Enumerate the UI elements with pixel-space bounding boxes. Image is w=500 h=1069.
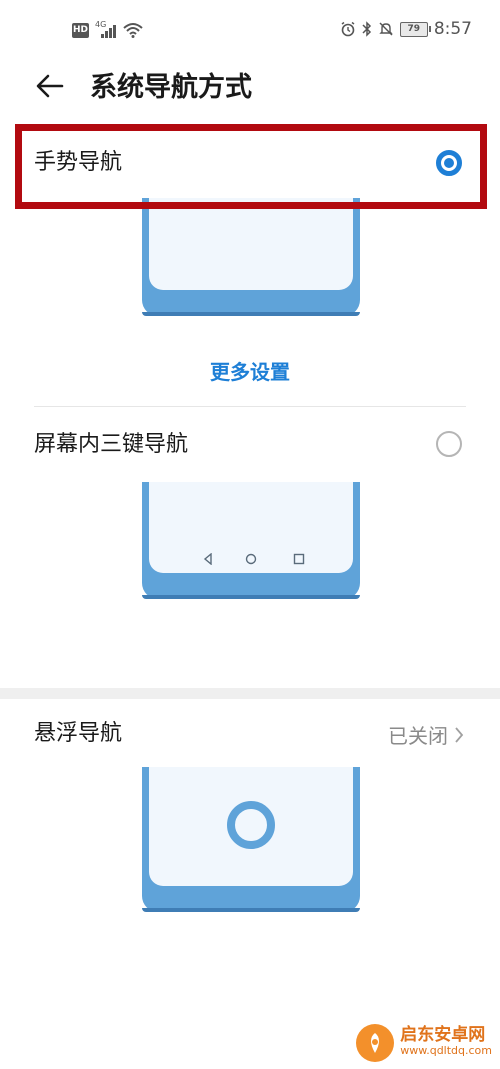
site-watermark: 启东安卓网 www.qdltdq.com [356, 1024, 492, 1062]
wifi-icon [123, 23, 143, 38]
status-bar: HD 4G 79 8:57 [0, 0, 500, 58]
page-title: 系统导航方式 [90, 72, 252, 103]
back-arrow-icon[interactable] [34, 70, 66, 102]
alarm-icon [341, 21, 355, 37]
three-key-phone-illustration [142, 482, 360, 599]
status-right: 79 8:57 [340, 18, 472, 40]
floating-navigation-label: 悬浮导航 [34, 721, 123, 746]
floating-status-value: 已关闭 [388, 724, 448, 748]
mute-bell-icon [379, 22, 393, 36]
floating-button-icon [227, 801, 275, 849]
floating-phone-illustration [142, 767, 360, 912]
watermark-url: www.qdltdq.com [400, 1044, 492, 1057]
bluetooth-icon [362, 21, 371, 37]
three-key-navigation-label: 屏幕内三键导航 [34, 432, 189, 457]
clock: 8:57 [433, 19, 472, 39]
divider [34, 406, 466, 407]
watermark-title: 启东安卓网 [400, 1025, 486, 1045]
status-left: HD 4G [72, 20, 143, 40]
more-settings-link[interactable]: 更多设置 [0, 356, 500, 385]
nav-home-circle-icon [245, 553, 257, 565]
battery-indicator: 79 [399, 21, 431, 37]
watermark-logo-icon [356, 1024, 395, 1062]
floating-navigation-status[interactable]: 已关闭 [388, 720, 464, 749]
three-key-radio[interactable] [436, 431, 462, 457]
gesture-phone-illustration [142, 196, 360, 316]
annotation-highlight-box [15, 124, 487, 209]
cellular-signal-icon: 4G [95, 20, 117, 38]
nav-recent-square-icon [293, 553, 305, 565]
nav-back-triangle-icon [203, 553, 212, 565]
chevron-right-icon [455, 726, 464, 743]
hd-badge: HD [72, 22, 89, 38]
section-separator [0, 688, 500, 699]
